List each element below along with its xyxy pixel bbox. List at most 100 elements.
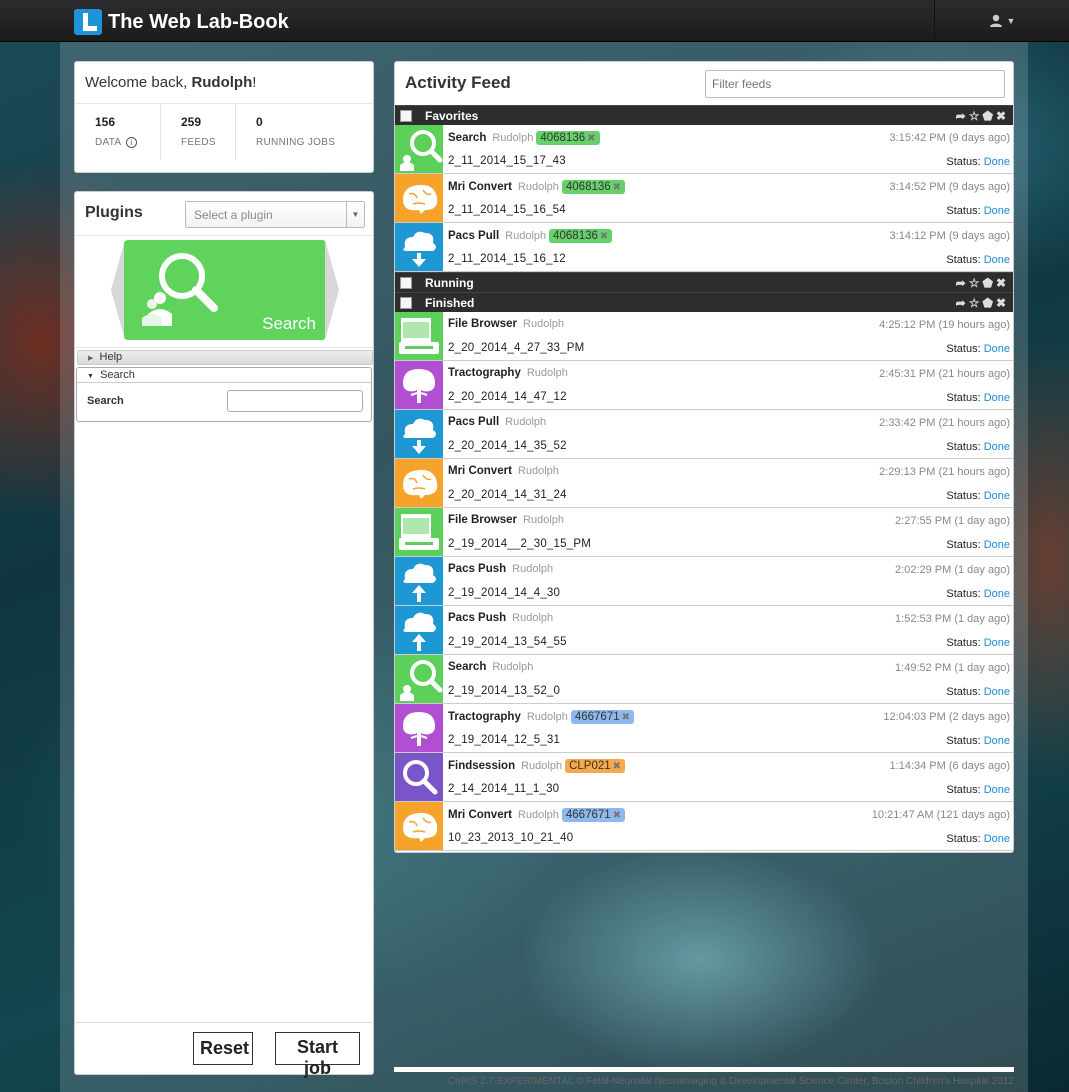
chevron-down-icon: ▼	[346, 202, 364, 227]
footer-divider	[394, 1067, 1014, 1072]
feed-tag[interactable]: 4667671 ✖	[561, 808, 626, 822]
feed-row[interactable]: Pacs Push Rudolph 1:52:53 PM (1 day ago) 2_…	[395, 606, 1013, 655]
status-link[interactable]: Done	[984, 686, 1010, 698]
star-icon[interactable]: ☆	[969, 296, 983, 310]
status-link[interactable]: Done	[984, 343, 1010, 355]
group-checkbox[interactable]	[400, 277, 412, 289]
feed-tag[interactable]: CLP021 ✖	[565, 759, 626, 773]
feed-row[interactable]: Pacs Pull Rudolph 2:33:42 PM (21 hours ago…	[395, 410, 1013, 459]
start-job-button[interactable]: Start job	[275, 1032, 360, 1078]
status-link[interactable]: Done	[984, 735, 1010, 747]
cloud-up-icon	[395, 557, 443, 605]
user-menu-button[interactable]: ▼	[934, 0, 1069, 42]
status-link[interactable]: Done	[984, 637, 1010, 649]
search-input[interactable]	[227, 390, 363, 412]
carousel-next-arrow[interactable]	[325, 240, 339, 340]
feed-plugin-name[interactable]: File Browser Rudolph	[448, 318, 564, 330]
chevron-down-icon: ▼	[1006, 16, 1016, 26]
feed-row[interactable]: Mri Convert Rudolph 4068136 ✖ 3:14:52 PM (9 …	[395, 174, 1013, 223]
info-icon[interactable]: i	[125, 137, 137, 148]
status-link[interactable]: Done	[984, 539, 1010, 551]
close-icon[interactable]: ✖	[996, 296, 1009, 310]
feed-tag[interactable]: 4667671 ✖	[570, 710, 635, 724]
feed-row[interactable]: Pacs Pull Rudolph 4068136 ✖ 3:14:12 PM (9 da…	[395, 223, 1013, 272]
feed-plugin-name[interactable]: Mri Convert Rudolph 4667671 ✖	[448, 808, 626, 822]
feed-plugin-name[interactable]: Pacs Push Rudolph	[448, 563, 553, 575]
remove-tag-icon[interactable]: ✖	[622, 712, 630, 723]
tag-icon[interactable]: ⬟	[983, 276, 996, 290]
feed-status: Status: Done	[946, 833, 1010, 845]
carousel-prev-arrow[interactable]	[111, 240, 125, 340]
star-icon[interactable]: ☆	[969, 276, 983, 290]
close-icon[interactable]: ✖	[996, 276, 1009, 290]
feed-job-id: 2_19_2014_12_5_31	[448, 734, 561, 746]
feed-row[interactable]: Pacs Push Rudolph 2:02:29 PM (1 day ago) 2_…	[395, 557, 1013, 606]
feed-timestamp: 3:15:42 PM (9 days ago)	[889, 132, 1010, 144]
feed-plugin-name[interactable]: Search Rudolph 4068136 ✖	[448, 131, 600, 145]
remove-tag-icon[interactable]: ✖	[613, 810, 621, 821]
search-accordion-header[interactable]: ▼ Search	[77, 368, 371, 383]
feed-row[interactable]: Findsession Rudolph CLP021 ✖ 1:14:34 PM (6 d…	[395, 753, 1013, 802]
plugin-tile-search[interactable]: Search	[124, 240, 326, 340]
feed-row[interactable]: Search Rudolph 4068136 ✖ 3:15:42 PM (9 days …	[395, 125, 1013, 174]
feed-row[interactable]: Tractography Rudolph 2:45:31 PM (21 hours …	[395, 361, 1013, 410]
status-link[interactable]: Done	[984, 392, 1010, 404]
status-link[interactable]: Done	[984, 588, 1010, 600]
feed-row[interactable]: Mri Convert Rudolph 4667671 ✖ 10:21:47 AM (1…	[395, 802, 1013, 851]
status-link[interactable]: Done	[984, 156, 1010, 168]
close-icon[interactable]: ✖	[996, 109, 1009, 123]
share-icon[interactable]: ➦	[956, 276, 969, 290]
status-link[interactable]: Done	[984, 205, 1010, 217]
cloud-down-icon	[395, 223, 443, 271]
status-link[interactable]: Done	[984, 833, 1010, 845]
feed-plugin-name[interactable]: File Browser Rudolph	[448, 514, 564, 526]
feed-plugin-name[interactable]: Mri Convert Rudolph 4068136 ✖	[448, 180, 626, 194]
feed-timestamp: 12:04:03 PM (2 days ago)	[883, 711, 1010, 723]
star-icon[interactable]: ☆	[969, 109, 983, 123]
feed-row[interactable]: Tractography Rudolph 4667671 ✖ 12:04:03 PM (…	[395, 704, 1013, 753]
feed-plugin-name[interactable]: Findsession Rudolph CLP021 ✖	[448, 759, 626, 773]
feed-title: Activity Feed	[405, 73, 511, 92]
share-icon[interactable]: ➦	[956, 296, 969, 310]
feed-status: Status: Done	[946, 784, 1010, 796]
remove-tag-icon[interactable]: ✖	[613, 182, 621, 193]
feed-tag[interactable]: 4068136 ✖	[549, 229, 613, 243]
brand[interactable]: The Web Lab-Book	[74, 9, 289, 35]
share-icon[interactable]: ➦	[956, 109, 969, 123]
remove-tag-icon[interactable]: ✖	[613, 761, 621, 772]
feed-plugin-name[interactable]: Search Rudolph	[448, 661, 533, 673]
feed-row[interactable]: Mri Convert Rudolph 2:29:13 PM (21 hours a…	[395, 459, 1013, 508]
group-actions: ➦☆⬟✖	[956, 293, 1009, 313]
filter-feeds-input[interactable]	[705, 70, 1005, 98]
feed-user: Rudolph	[521, 760, 563, 772]
tag-icon[interactable]: ⬟	[983, 296, 996, 310]
feed-job-id: 2_11_2014_15_16_12	[448, 253, 566, 265]
tag-icon[interactable]: ⬟	[983, 109, 996, 123]
feed-plugin-name[interactable]: Tractography Rudolph	[448, 367, 568, 379]
cloud-up-icon	[395, 606, 443, 654]
plugin-select[interactable]: Select a plugin ▼	[185, 201, 365, 228]
reset-button[interactable]: Reset	[193, 1032, 253, 1065]
group-checkbox[interactable]	[400, 297, 412, 309]
feed-timestamp: 2:27:55 PM (1 day ago)	[895, 515, 1010, 527]
status-link[interactable]: Done	[984, 784, 1010, 796]
remove-tag-icon[interactable]: ✖	[600, 231, 608, 242]
status-link[interactable]: Done	[984, 490, 1010, 502]
status-link[interactable]: Done	[984, 254, 1010, 266]
feed-plugin-name[interactable]: Pacs Push Rudolph	[448, 612, 553, 624]
feed-job-id: 2_19_2014_14_4_30	[448, 587, 561, 599]
feed-user: Rudolph	[505, 416, 547, 428]
feed-plugin-name[interactable]: Pacs Pull Rudolph 4068136 ✖	[448, 229, 613, 243]
feed-plugin-name[interactable]: Tractography Rudolph 4667671 ✖	[448, 710, 635, 724]
feed-row[interactable]: File Browser Rudolph 4:25:12 PM (19 hours …	[395, 312, 1013, 361]
feed-plugin-name[interactable]: Mri Convert Rudolph	[448, 465, 559, 477]
remove-tag-icon[interactable]: ✖	[587, 133, 595, 144]
status-link[interactable]: Done	[984, 441, 1010, 453]
feed-plugin-name[interactable]: Pacs Pull Rudolph	[448, 416, 546, 428]
group-checkbox[interactable]	[400, 110, 412, 122]
feed-row[interactable]: Search Rudolph 1:49:52 PM (1 day ago) 2_19_…	[395, 655, 1013, 704]
feed-tag[interactable]: 4068136 ✖	[536, 131, 600, 145]
feed-tag[interactable]: 4068136 ✖	[561, 180, 626, 194]
feed-row[interactable]: File Browser Rudolph 2:27:55 PM (1 day ago…	[395, 508, 1013, 557]
help-accordion-header[interactable]: ▶ Help	[77, 350, 373, 365]
